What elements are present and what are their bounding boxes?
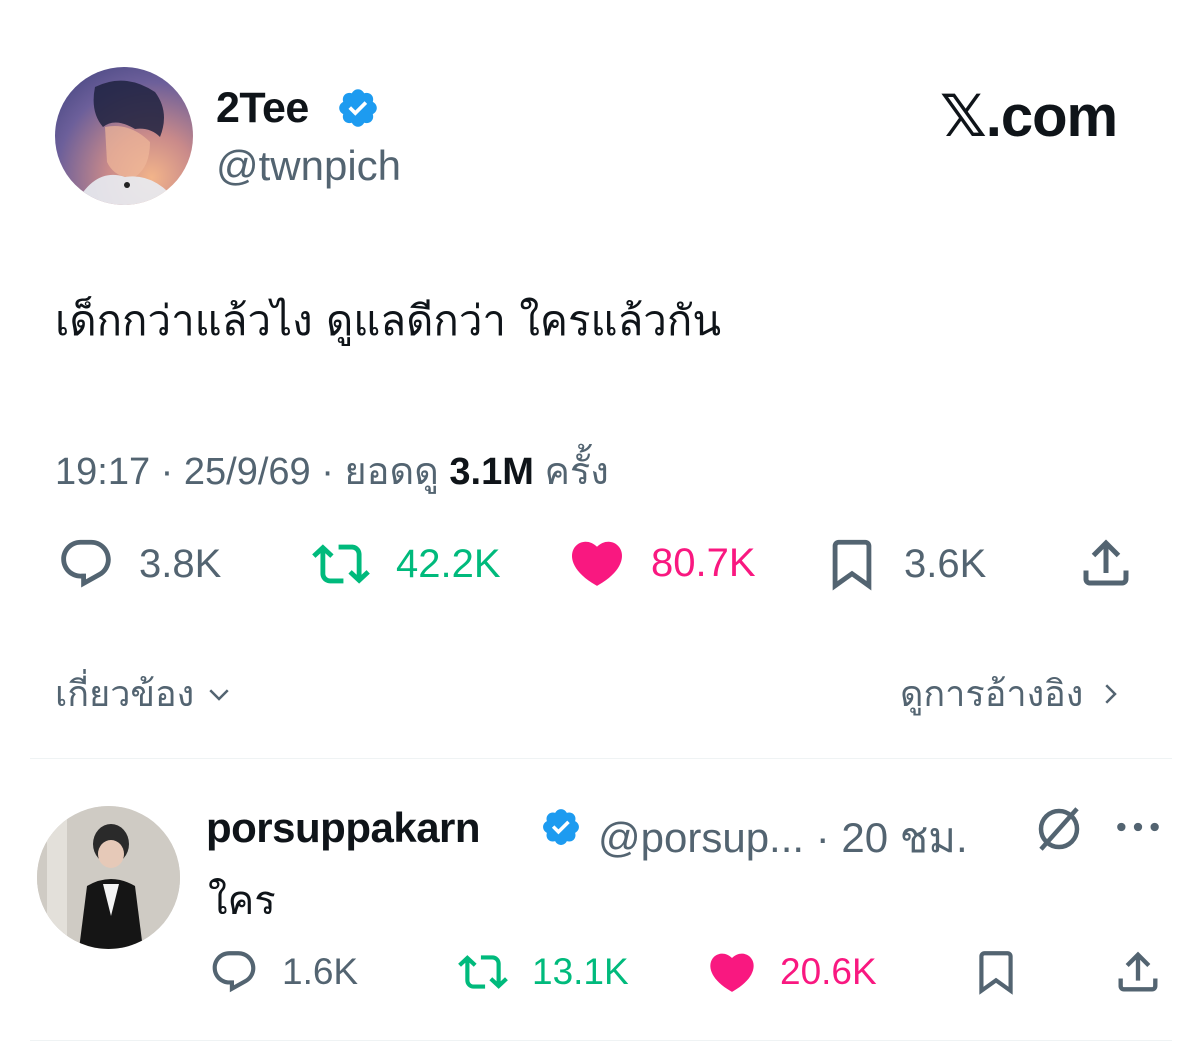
repost-icon [458,955,508,989]
reply-share-icon[interactable] [1112,946,1164,998]
chevron-down-icon [209,688,229,701]
view-count: 3.1M [449,451,534,493]
share-icon[interactable] [1076,533,1136,593]
grok-icon[interactable] [1032,802,1086,856]
tweet-timestamp[interactable]: 19:17 · 25/9/69 · ยอดดู [55,451,449,493]
repost-count: 42.2K [396,541,501,586]
heart-icon [710,953,754,992]
more-options-icon[interactable] [1113,812,1163,842]
author-handle[interactable]: @twnpich [216,142,401,190]
reply-like-count: 20.6K [780,951,877,992]
reply-repost-count: 13.1K [532,951,629,992]
chevron-right-icon [1105,683,1118,704]
related-label: เกี่ยวข้อง [55,674,195,715]
reply-button[interactable]: 3.8K [55,535,221,593]
reply-icon [61,539,111,588]
repost-icon [312,544,370,584]
verified-badge-icon [339,89,377,127]
reply-text: ใคร [208,878,276,924]
bottom-divider [30,1040,1172,1041]
repost-button[interactable]: 42.2K [308,535,501,593]
related-toggle[interactable]: เกี่ยวข้อง [55,665,234,722]
bookmark-icon [832,539,872,591]
tweet-meta: 19:17 · 25/9/69 · ยอดดู 3.1M ครั้ง [55,440,609,501]
reply-reply-button[interactable]: 1.6K [208,947,358,997]
reply-repost-button[interactable]: 13.1K [456,947,629,997]
like-button[interactable]: 80.7K [565,533,756,593]
view-quotes-link[interactable]: ดูการอ้างอิง [900,665,1125,722]
section-divider [30,758,1172,759]
reply-count: 3.8K [139,541,222,586]
tweet-text: เด็กกว่าแล้วไง ดูแลดีกว่า ใครแล้วกัน [55,296,722,345]
quotes-label: ดูการอ้างอิง [900,674,1084,715]
x-brand-logo: 𝕏.com [940,84,1118,149]
view-label: ครั้ง [533,451,609,493]
like-count: 80.7K [651,540,756,585]
reply-author-name[interactable]: porsuppakarn [206,804,481,852]
bookmark-count: 3.6K [904,541,987,586]
reply-icon [212,951,256,993]
author-avatar[interactable] [55,67,193,205]
reply-like-button[interactable]: 20.6K [706,946,877,998]
heart-icon [571,541,623,586]
reply-bookmark-icon[interactable] [970,947,1022,997]
reply-author-avatar[interactable] [37,806,180,949]
reply-verified-badge-icon [543,809,579,845]
bookmark-button[interactable]: 3.6K [822,535,986,593]
author-name[interactable]: 2Tee [216,84,309,133]
reply-reply-count: 1.6K [282,951,359,992]
reply-handle-time[interactable]: @porsup... · 20 ชม. [598,805,968,871]
